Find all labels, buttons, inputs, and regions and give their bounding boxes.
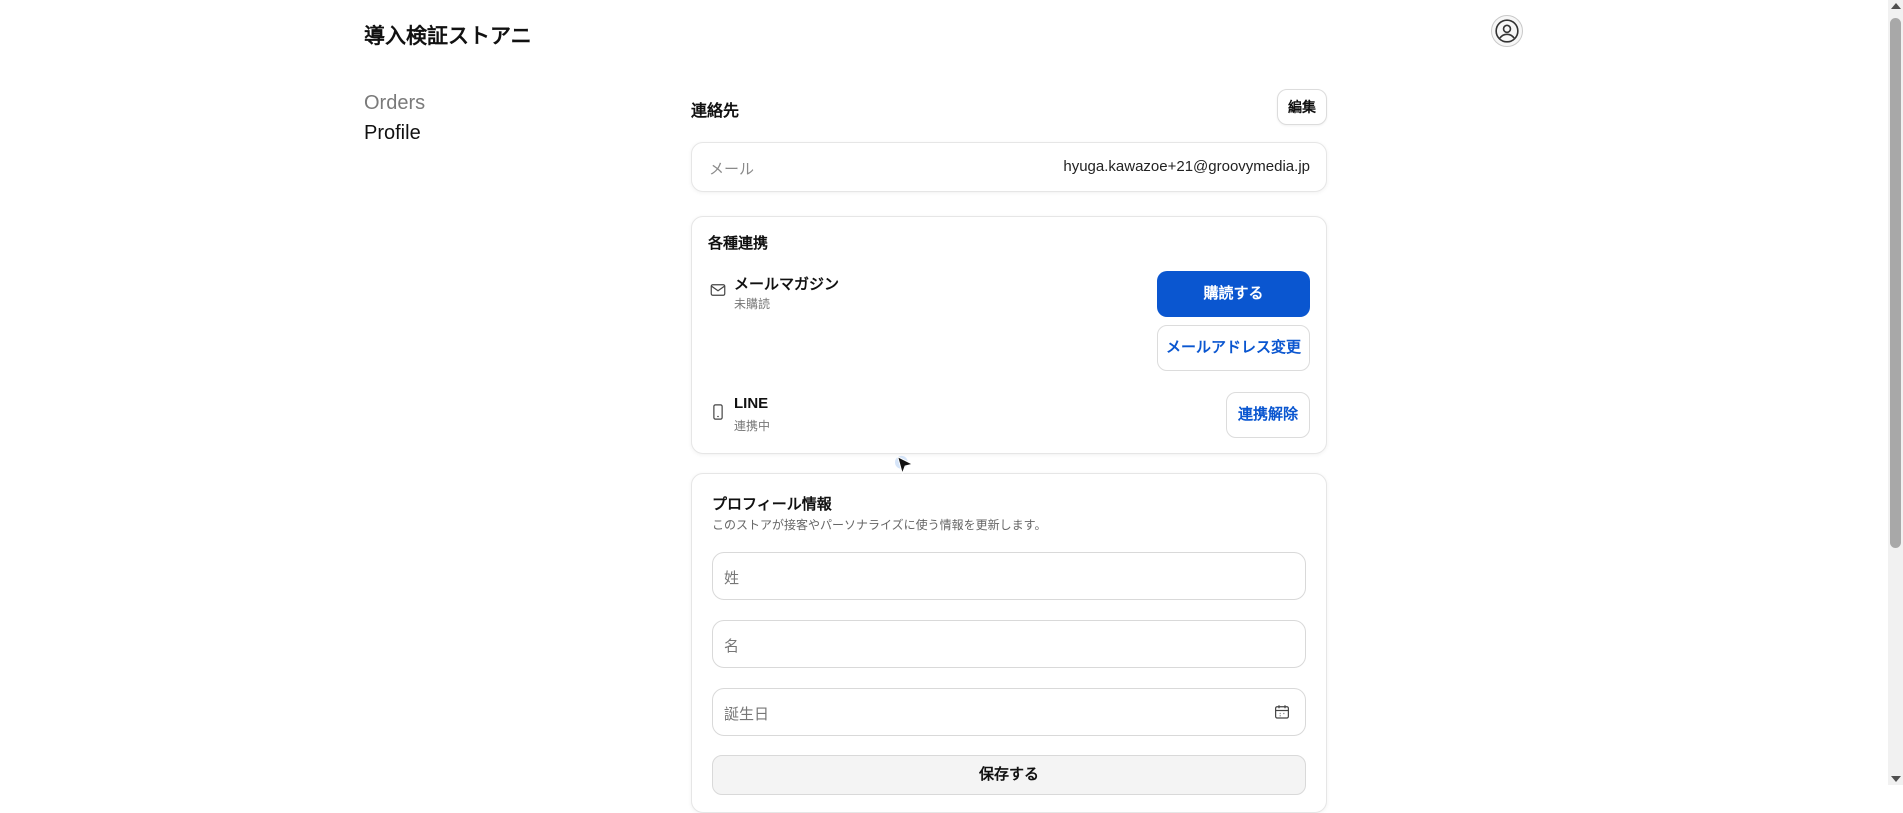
store-title: 導入検証ストアニ bbox=[364, 25, 532, 48]
newsletter-name: メールマガジン bbox=[734, 276, 840, 293]
email-card: メール hyuga.kawazoe+21@groovymedia.jp bbox=[691, 142, 1327, 192]
last-name-placeholder: 姓 bbox=[724, 570, 740, 587]
user-circle-icon bbox=[1495, 19, 1519, 43]
scrollbar-thumb[interactable] bbox=[1890, 18, 1901, 548]
line-status: 連携中 bbox=[734, 419, 771, 433]
save-button[interactable]: 保存する bbox=[712, 755, 1306, 795]
subscribe-button[interactable]: 購読する bbox=[1157, 271, 1310, 317]
edit-contact-button[interactable]: 編集 bbox=[1277, 89, 1327, 125]
integrations-card: 各種連携 メールマガジン 未購読 購読する メールアドレス変更 LINE 連携中… bbox=[691, 216, 1327, 454]
change-email-button[interactable]: メールアドレス変更 bbox=[1157, 325, 1310, 371]
contact-section-header: 連絡先 編集 bbox=[691, 88, 1327, 128]
account-button[interactable] bbox=[1491, 15, 1523, 47]
vertical-scrollbar[interactable] bbox=[1888, 0, 1903, 785]
scroll-up-arrow-icon[interactable] bbox=[1891, 3, 1901, 9]
profile-card: プロフィール情報 このストアが接客やパーソナライズに使う情報を更新します。 姓 … bbox=[691, 473, 1327, 813]
mouse-cursor-icon bbox=[895, 455, 914, 475]
birthday-placeholder: 誕生日 bbox=[724, 706, 770, 723]
profile-description: このストアが接客やパーソナライズに使う情報を更新します。 bbox=[712, 518, 1047, 532]
side-nav: Orders Profile bbox=[364, 88, 425, 148]
email-value: hyuga.kawazoe+21@groovymedia.jp bbox=[1063, 158, 1310, 175]
nav-profile[interactable]: Profile bbox=[364, 118, 425, 148]
integrations-title: 各種連携 bbox=[708, 235, 769, 252]
email-label: メール bbox=[709, 161, 755, 178]
nav-orders[interactable]: Orders bbox=[364, 88, 425, 118]
last-name-field[interactable]: 姓 bbox=[712, 552, 1306, 600]
birthday-field[interactable]: 誕生日 bbox=[712, 688, 1306, 736]
contact-title: 連絡先 bbox=[691, 103, 740, 120]
main-content: 連絡先 編集 メール hyuga.kawazoe+21@groovymedia.… bbox=[691, 88, 1327, 813]
line-name: LINE bbox=[734, 395, 769, 412]
mail-icon bbox=[710, 284, 726, 296]
unlink-line-button[interactable]: 連携解除 bbox=[1226, 392, 1310, 438]
calendar-icon[interactable] bbox=[1273, 703, 1291, 721]
scroll-down-arrow-icon[interactable] bbox=[1891, 776, 1901, 782]
profile-title: プロフィール情報 bbox=[712, 496, 832, 513]
first-name-placeholder: 名 bbox=[724, 638, 740, 655]
phone-icon bbox=[713, 404, 723, 420]
newsletter-status: 未購読 bbox=[734, 297, 771, 311]
first-name-field[interactable]: 名 bbox=[712, 620, 1306, 668]
